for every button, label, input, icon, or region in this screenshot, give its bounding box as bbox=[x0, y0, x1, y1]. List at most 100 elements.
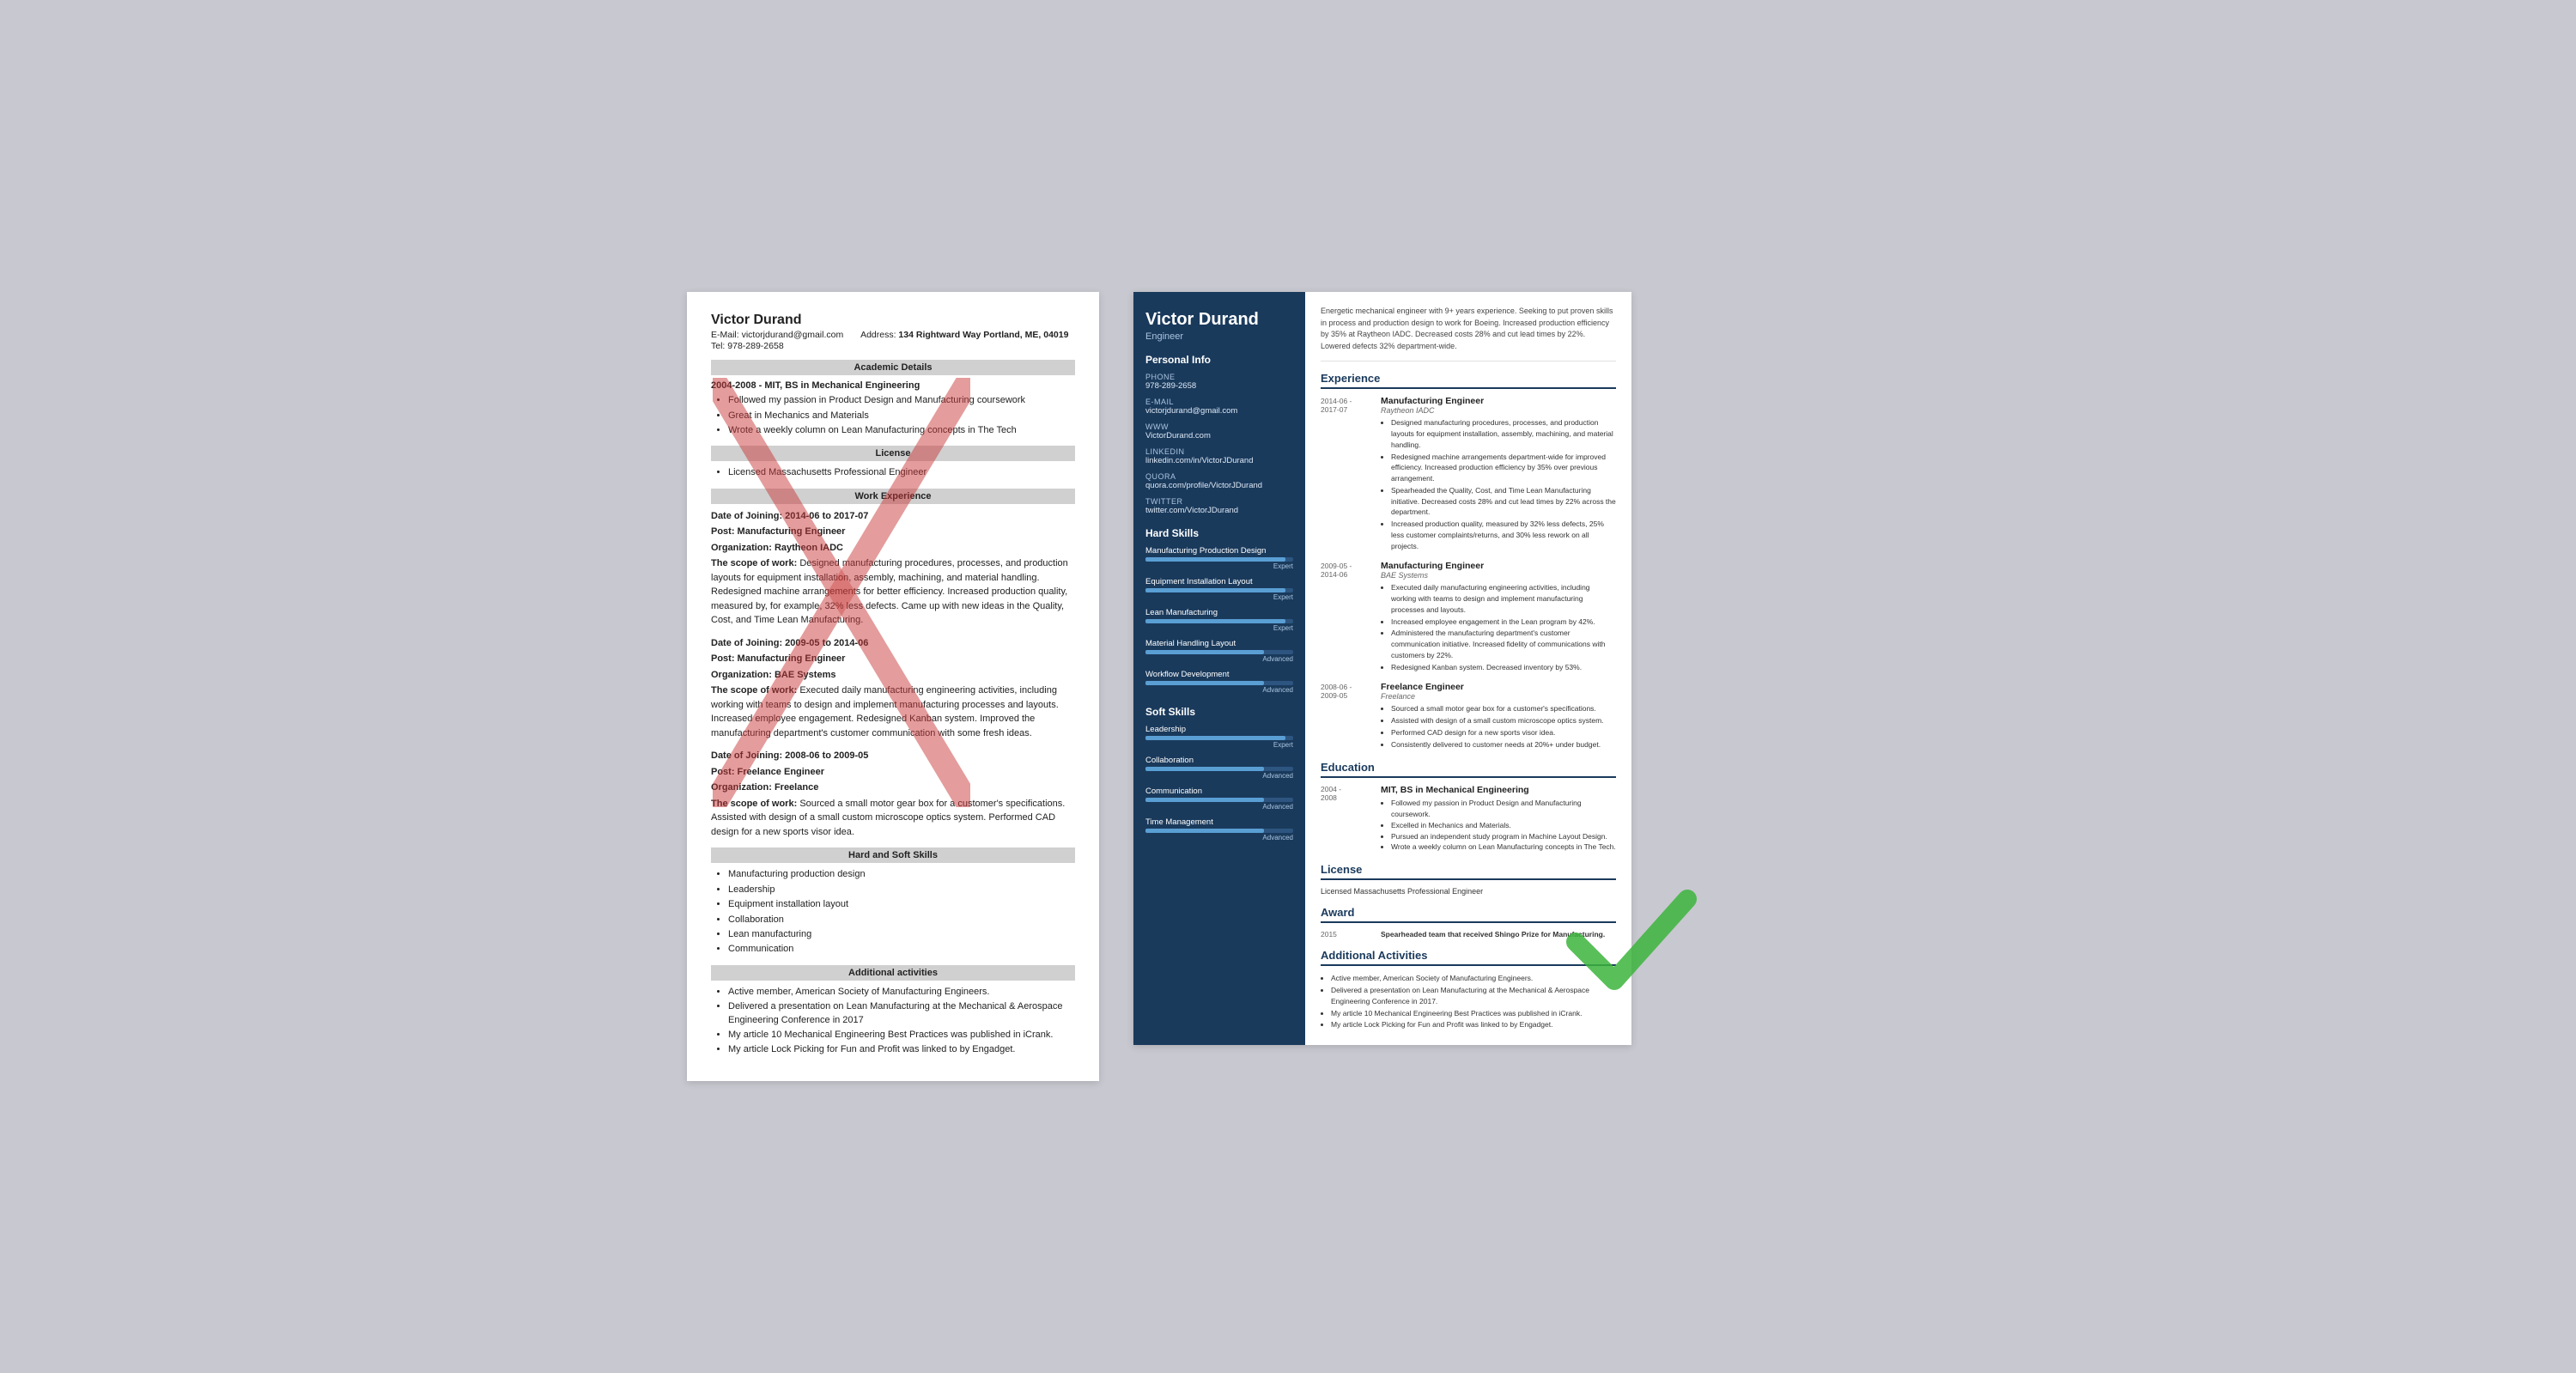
skill-3: Equipment installation layout bbox=[728, 898, 1075, 911]
exp3-b2: Assisted with design of a small custom m… bbox=[1391, 715, 1604, 726]
soft-leadership-bar-bg bbox=[1145, 736, 1293, 740]
phone-label: Phone bbox=[1145, 373, 1293, 381]
skill-lean: Lean Manufacturing Expert bbox=[1145, 608, 1293, 632]
email-label-g: E-mail bbox=[1145, 398, 1293, 406]
exp2-dates: 2009-05 -2014-06 bbox=[1321, 561, 1372, 673]
exp3-b3: Performed CAD design for a new sports vi… bbox=[1391, 727, 1604, 738]
red-x-overlay bbox=[713, 378, 970, 807]
personal-info-title: Personal Info bbox=[1145, 354, 1293, 366]
soft-comm-bar-fill bbox=[1145, 798, 1264, 802]
soft-comm-level: Advanced bbox=[1145, 803, 1293, 811]
skill-lean-name: Lean Manufacturing bbox=[1145, 608, 1293, 617]
soft-collab-bar-fill bbox=[1145, 767, 1264, 771]
info-quora: Quora quora.com/profile/VictorJDurand bbox=[1145, 472, 1293, 490]
skill-lean-bar-fill bbox=[1145, 619, 1285, 623]
exp1-org: Raytheon IADC bbox=[1381, 406, 1616, 415]
skill-lean-level: Expert bbox=[1145, 624, 1293, 632]
skill-workflow-level: Advanced bbox=[1145, 686, 1293, 694]
www-label: WWW bbox=[1145, 422, 1293, 431]
exp3-title: Freelance Engineer bbox=[1381, 682, 1604, 692]
skill-mfg-prod-bar-fill bbox=[1145, 557, 1285, 562]
exp-entry-3: 2008-06 -2009-05 Freelance Engineer Free… bbox=[1321, 682, 1616, 750]
exp1-b1: Designed manufacturing procedures, proce… bbox=[1391, 417, 1616, 450]
exp1-title: Manufacturing Engineer bbox=[1381, 396, 1616, 406]
edu1-b3: Pursued an independent study program in … bbox=[1391, 831, 1616, 842]
exp2-title: Manufacturing Engineer bbox=[1381, 561, 1616, 571]
edu1-b2: Excelled in Mechanics and Materials. bbox=[1391, 820, 1616, 831]
add-act-4: My article Lock Picking for Fun and Prof… bbox=[1331, 1019, 1616, 1031]
soft-time: Time Management Advanced bbox=[1145, 817, 1293, 841]
skill-2: Leadership bbox=[728, 884, 1075, 896]
twitter-value: twitter.com/VictorJDurand bbox=[1145, 506, 1293, 515]
add-4: My article Lock Picking for Fun and Prof… bbox=[728, 1043, 1075, 1056]
good-title: Engineer bbox=[1145, 331, 1293, 342]
soft-leadership-name: Leadership bbox=[1145, 725, 1293, 734]
bad-resume-email-line: E-Mail: victorjdurand@gmail.com Address:… bbox=[711, 330, 1075, 340]
exp3-body: Freelance Engineer Freelance Sourced a s… bbox=[1381, 682, 1604, 750]
hard-skills-title: Hard Skills bbox=[1145, 527, 1293, 539]
skill-mfg-prod-name: Manufacturing Production Design bbox=[1145, 546, 1293, 556]
address-label: Address: bbox=[860, 330, 896, 340]
skill-mfg-prod-level: Expert bbox=[1145, 562, 1293, 570]
skill-equip-inst-name: Equipment Installation Layout bbox=[1145, 577, 1293, 586]
exp2-b1: Executed daily manufacturing engineering… bbox=[1391, 582, 1616, 615]
info-phone: Phone 978-289-2658 bbox=[1145, 373, 1293, 391]
skills-header: Hard and Soft Skills bbox=[711, 847, 1075, 863]
bad-resume-tel-line: Tel: 978-289-2658 bbox=[711, 341, 1075, 351]
skill-lean-bar-bg bbox=[1145, 619, 1293, 623]
experience-section-header: Experience bbox=[1321, 372, 1616, 389]
add-2: Delivered a presentation on Lean Manufac… bbox=[728, 1000, 1075, 1027]
exp2-b4: Redesigned Kanban system. Decreased inve… bbox=[1391, 662, 1616, 673]
soft-time-level: Advanced bbox=[1145, 834, 1293, 841]
skill-equip-inst-level: Expert bbox=[1145, 593, 1293, 601]
skill-mfg-prod: Manufacturing Production Design Expert bbox=[1145, 546, 1293, 570]
exp3-b4: Consistently delivered to customer needs… bbox=[1391, 739, 1604, 750]
quora-label: Quora bbox=[1145, 472, 1293, 481]
info-www: WWW VictorDurand.com bbox=[1145, 422, 1293, 440]
exp2-b3: Administered the manufacturing departmen… bbox=[1391, 628, 1616, 660]
www-value: VictorDurand.com bbox=[1145, 431, 1293, 440]
exp2-body: Manufacturing Engineer BAE Systems Execu… bbox=[1381, 561, 1616, 673]
email-value-g: victorjdurand@gmail.com bbox=[1145, 406, 1293, 416]
soft-leadership-level: Expert bbox=[1145, 741, 1293, 749]
edu1-body: MIT, BS in Mechanical Engineering Follow… bbox=[1381, 785, 1616, 853]
add-1: Active member, American Society of Manuf… bbox=[728, 986, 1075, 999]
address-value: 134 Rightward Way Portland, ME, 04019 bbox=[898, 330, 1068, 340]
bad-resume-name: Victor Durand bbox=[711, 313, 1075, 328]
skill-6: Communication bbox=[728, 943, 1075, 956]
good-summary: Energetic mechanical engineer with 9+ ye… bbox=[1321, 306, 1616, 361]
exp3-org: Freelance bbox=[1381, 692, 1604, 701]
exp-entry-2: 2009-05 -2014-06 Manufacturing Engineer … bbox=[1321, 561, 1616, 673]
add-3: My article 10 Mechanical Engineering Bes… bbox=[728, 1029, 1075, 1042]
tel-value: 978-289-2658 bbox=[727, 341, 783, 351]
skill-equip-inst-bar-bg bbox=[1145, 588, 1293, 592]
soft-skills-title: Soft Skills bbox=[1145, 706, 1293, 718]
edu1-b1: Followed my passion in Product Design an… bbox=[1391, 798, 1616, 820]
additional-header: Additional activities bbox=[711, 965, 1075, 981]
soft-collab-bar-bg bbox=[1145, 767, 1293, 771]
bad-resume: Victor Durand E-Mail: victorjdurand@gmai… bbox=[687, 292, 1099, 1080]
edu1-degree: MIT, BS in Mechanical Engineering bbox=[1381, 785, 1616, 795]
skill-mfg-prod-bar-bg bbox=[1145, 557, 1293, 562]
education-section-header: Education bbox=[1321, 761, 1616, 778]
info-twitter: Twitter twitter.com/VictorJDurand bbox=[1145, 497, 1293, 515]
phone-value: 978-289-2658 bbox=[1145, 381, 1293, 391]
exp3-dates: 2008-06 -2009-05 bbox=[1321, 682, 1372, 750]
edu1-dates: 2004 -2008 bbox=[1321, 785, 1372, 853]
exp1-dates: 2014-06 -2017-07 bbox=[1321, 396, 1372, 552]
green-checkmark-overlay bbox=[1563, 873, 1700, 1011]
skill-workflow-bar-bg bbox=[1145, 681, 1293, 685]
soft-time-bar-fill bbox=[1145, 829, 1264, 833]
skill-1: Manufacturing production design bbox=[728, 868, 1075, 881]
soft-collab: Collaboration Advanced bbox=[1145, 756, 1293, 780]
edu-entry-1: 2004 -2008 MIT, BS in Mechanical Enginee… bbox=[1321, 785, 1616, 853]
exp1-b4: Increased production quality, measured b… bbox=[1391, 519, 1616, 551]
info-linkedin: LinkedIn linkedin.com/in/VictorJDurand bbox=[1145, 447, 1293, 465]
soft-collab-level: Advanced bbox=[1145, 772, 1293, 780]
skill-equip-inst: Equipment Installation Layout Expert bbox=[1145, 577, 1293, 601]
info-email: E-mail victorjdurand@gmail.com bbox=[1145, 398, 1293, 416]
soft-time-name: Time Management bbox=[1145, 817, 1293, 827]
page-container: Victor Durand E-Mail: victorjdurand@gmai… bbox=[687, 292, 1889, 1080]
exp3-b1: Sourced a small motor gear box for a cus… bbox=[1391, 703, 1604, 714]
exp-entry-1: 2014-06 -2017-07 Manufacturing Engineer … bbox=[1321, 396, 1616, 552]
